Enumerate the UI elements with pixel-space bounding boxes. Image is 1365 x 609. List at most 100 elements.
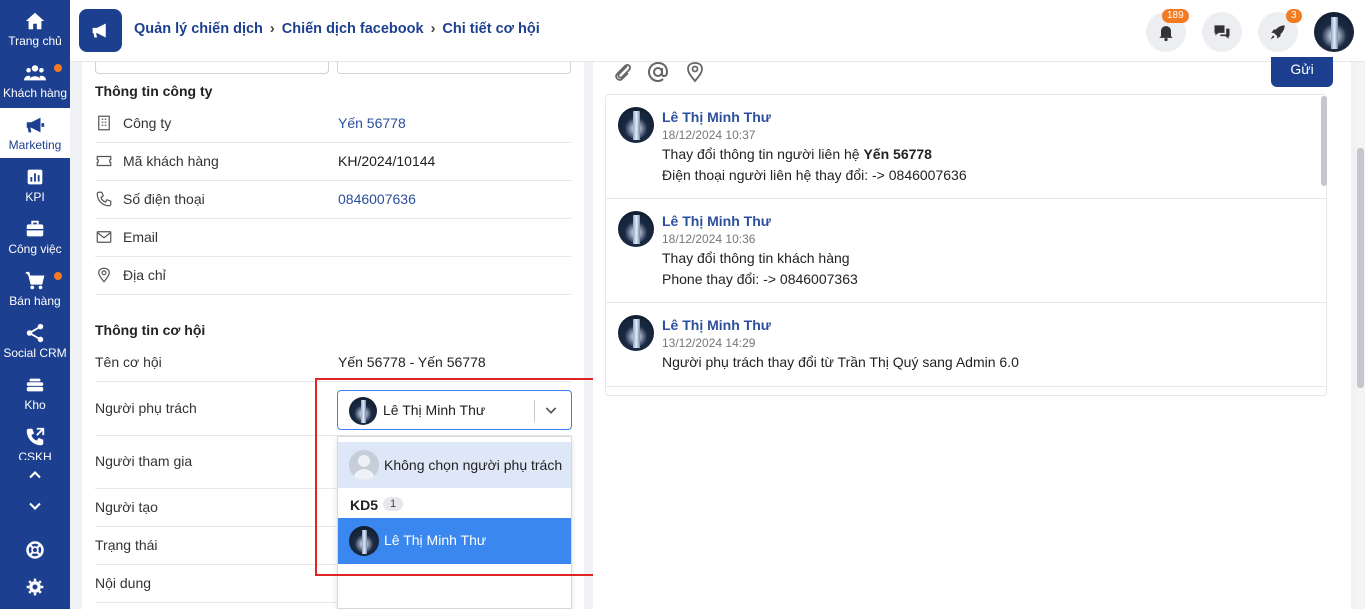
sidebar-item-sales[interactable]: Bán hàng	[0, 264, 70, 314]
sidebar-item-home[interactable]: Trang chủ	[0, 4, 70, 54]
notifications-button[interactable]: 189	[1146, 9, 1189, 52]
activity-detail: Điện thoại người liên hệ thay đổi: -> 08…	[662, 167, 967, 183]
attachment-icon[interactable]	[611, 60, 635, 84]
sidebar-item-customers[interactable]: Khách hàng	[0, 56, 70, 106]
activity-feed: Lê Thị Minh Thư 18/12/2024 10:37 Thay đổ…	[605, 94, 1327, 396]
user-avatar[interactable]	[1314, 12, 1354, 52]
top-field-right[interactable]	[337, 62, 571, 74]
owner-label: Người phụ trách	[95, 400, 197, 416]
activity-author[interactable]: Lê Thị Minh Thư	[662, 213, 771, 229]
participants-label: Người tham gia	[95, 453, 193, 469]
sidebar-item-label: Khách hàng	[2, 86, 68, 100]
sidebar-item-warehouse[interactable]: Kho	[0, 368, 70, 418]
cart-icon	[25, 271, 45, 290]
chevron-up-icon	[29, 471, 41, 479]
opportunity-name-value: Yến 56778 - Yến 56778	[338, 354, 486, 370]
avatar	[618, 211, 654, 247]
activity-item: Lê Thị Minh Thư 18/12/2024 10:37 Thay đổ…	[606, 95, 1326, 199]
email-label: Email	[123, 229, 159, 245]
notification-count-badge: 189	[1162, 9, 1189, 23]
sidebar-item-social-crm[interactable]: Social CRM	[0, 316, 70, 366]
help-button[interactable]	[0, 536, 70, 564]
ticket-icon	[96, 155, 112, 167]
feed-scrollbar[interactable]	[1319, 94, 1329, 394]
opportunity-name-row: Tên cơ hội Yến 56778 - Yến 56778	[95, 344, 571, 382]
activity-time: 18/12/2024 10:37	[662, 128, 756, 142]
annotation-highlight-box	[315, 378, 604, 576]
phone-label: Số điện thoại	[123, 191, 205, 207]
rocket-count-badge: 3	[1286, 9, 1302, 23]
sidebar-item-label: Trang chủ	[8, 34, 62, 48]
company-value-link[interactable]: Yến 56778	[338, 115, 406, 131]
creator-label: Người tạo	[95, 499, 158, 515]
bell-icon	[1159, 26, 1173, 42]
mention-icon[interactable]	[646, 60, 670, 84]
activity-text: Thay đổi thông tin người liên hệ Yến 567…	[662, 146, 932, 162]
company-label: Công ty	[123, 115, 172, 131]
building-icon	[98, 115, 110, 131]
activity-detail: Phone thay đổi: -> 0846007363	[662, 271, 858, 287]
avatar	[618, 315, 654, 351]
rocket-button[interactable]: 3	[1258, 9, 1302, 52]
marketing-module-button[interactable]	[79, 9, 122, 52]
notification-dot	[54, 64, 62, 72]
phone-icon	[26, 427, 45, 446]
top-bar: Quản lý chiến dịch › Chiến dịch facebook › C…	[70, 0, 1365, 62]
map-pin-icon[interactable]	[683, 60, 707, 84]
lifebuoy-icon	[26, 541, 44, 559]
settings-button[interactable]	[0, 573, 70, 601]
activity-item: Lê Thị Minh Thư 13/12/2024 14:29 Người p…	[606, 303, 1326, 387]
sidebar-item-marketing[interactable]: Marketing	[0, 108, 70, 158]
scroll-down-button[interactable]	[0, 492, 70, 520]
warehouse-icon	[26, 378, 44, 392]
breadcrumb-campaign-management[interactable]: Quản lý chiến dịch	[134, 21, 263, 37]
activity-time: 13/12/2024 14:29	[662, 336, 756, 350]
activity-time: 18/12/2024 10:36	[662, 232, 756, 246]
send-button[interactable]: Gửi	[1271, 57, 1333, 87]
sidebar-item-label: Bán hàng	[9, 294, 61, 308]
breadcrumb: Quản lý chiến dịch › Chiến dịch facebook › C…	[134, 21, 540, 37]
company-section-title: Thông tin công ty	[95, 83, 213, 99]
sidebar-item-label: Social CRM	[3, 346, 67, 360]
sidebar-item-cskh[interactable]: CSKH	[0, 420, 70, 460]
sidebar-item-label: Công việc	[8, 242, 62, 256]
company-row: Công ty Yến 56778	[95, 105, 571, 143]
home-icon	[25, 12, 45, 30]
sidebar-item-label: Marketing	[8, 138, 62, 152]
status-label: Trạng thái	[95, 537, 158, 553]
phone-value-link[interactable]: 0846007636	[338, 191, 416, 207]
chart-icon	[27, 169, 43, 185]
opportunity-name-label: Tên cơ hội	[95, 354, 162, 370]
activity-text: Thay đổi thông tin khách hàng	[662, 250, 850, 266]
activity-author[interactable]: Lê Thị Minh Thư	[662, 109, 771, 125]
page-scrollbar[interactable]	[1356, 62, 1365, 609]
chat-button[interactable]	[1202, 12, 1242, 52]
megaphone-icon	[92, 23, 106, 38]
sidebar-item-tasks[interactable]: Công việc	[0, 212, 70, 262]
gear-icon	[26, 578, 44, 596]
scrollbar-thumb[interactable]	[1357, 148, 1364, 388]
customer-code-row: Mã khách hàng KH/2024/10144	[95, 143, 571, 181]
map-pin-icon	[98, 267, 110, 283]
scroll-up-button[interactable]	[0, 461, 70, 489]
opportunity-section-title: Thông tin cơ hội	[95, 322, 206, 338]
briefcase-icon	[26, 220, 44, 237]
scrollbar-thumb[interactable]	[1321, 96, 1327, 186]
content-label: Nội dung	[95, 575, 152, 591]
phone-icon	[96, 191, 112, 207]
email-row: Email	[95, 219, 571, 257]
sidebar-item-kpi[interactable]: KPI	[0, 160, 70, 210]
address-label: Địa chỉ	[123, 267, 166, 283]
customers-icon	[24, 65, 46, 81]
activity-text: Người phụ trách thay đổi từ Trần Thị Quý…	[662, 354, 1019, 370]
phone-row: Số điện thoại 0846007636	[95, 181, 571, 219]
sidebar-item-label: CSKH	[18, 450, 52, 460]
breadcrumb-facebook-campaign[interactable]: Chiến dịch facebook	[282, 21, 424, 37]
notification-dot	[54, 272, 62, 280]
share-icon	[26, 323, 44, 343]
breadcrumb-separator: ›	[430, 21, 436, 37]
top-field-left[interactable]	[95, 62, 329, 74]
activity-panel: Gửi Lê Thị Minh Thư 18/12/2024 10:37 Tha…	[593, 57, 1351, 609]
sidebar: Trang chủ Khách hàng Marketing KPI Công …	[0, 0, 70, 609]
activity-author[interactable]: Lê Thị Minh Thư	[662, 317, 771, 333]
